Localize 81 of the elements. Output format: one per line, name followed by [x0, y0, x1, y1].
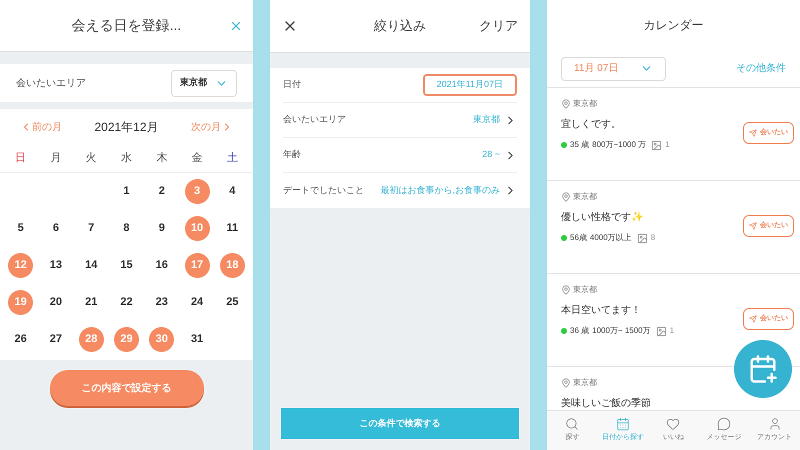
calendar-icon [616, 417, 630, 432]
calendar-day[interactable]: 25 [220, 290, 245, 315]
filter-value: 東京都 [473, 113, 500, 126]
location-text: 東京都 [573, 377, 597, 389]
calendar-day[interactable]: 16 [149, 253, 174, 278]
calendar-day[interactable]: 20 [43, 290, 68, 315]
calendar-day[interactable]: 2 [149, 179, 174, 204]
location-text: 東京都 [573, 191, 597, 203]
calendar-day[interactable]: 7 [78, 216, 104, 241]
location-text: 東京都 [573, 284, 597, 296]
calendar-day[interactable]: 26 [8, 327, 34, 352]
calendar-plus-icon [748, 354, 778, 384]
age-text: 35 歳 [570, 139, 590, 151]
photo-count: 8 [650, 232, 656, 244]
photo-count: 1 [665, 139, 670, 151]
location-text: 東京都 [573, 98, 597, 110]
calendar-day[interactable]: 1 [114, 179, 139, 204]
calendar-day[interactable]: 31 [184, 327, 210, 352]
income-text: 4000万以上 [590, 232, 632, 244]
weekday-label: 日 [14, 151, 28, 166]
filter-row[interactable]: デートでしたいこと 最初はお食事から,お食事のみ [283, 173, 517, 208]
calendar-day[interactable]: 27 [43, 327, 68, 352]
weekday-label: 火 [84, 151, 98, 166]
calendar-day[interactable]: 9 [149, 216, 174, 241]
calendar-day[interactable]: 22 [114, 290, 139, 315]
photo-count-icon [656, 326, 667, 336]
calendar-day[interactable]: 4 [220, 179, 245, 204]
filter-row[interactable]: 年齢 28 ~ [283, 138, 517, 173]
filter-label: 年齢 [283, 148, 301, 162]
weekday-label: 木 [155, 151, 168, 166]
filter-row[interactable]: 会いたいエリア 東京都 [283, 103, 517, 138]
panel-title: カレンダー [644, 17, 704, 34]
calendar-day[interactable]: 5 [8, 216, 34, 241]
weekday-label: 金 [190, 151, 204, 166]
calendar-day[interactable]: 8 [114, 216, 139, 241]
calendar-day[interactable]: 6 [43, 216, 68, 241]
month-title: 2021年12月 [94, 119, 159, 136]
panel-title: 絞り込み [374, 17, 426, 36]
send-icon [749, 129, 757, 137]
location-pin-icon [561, 192, 571, 202]
filter-label: 日付 [283, 78, 301, 92]
weekday-label: 月 [49, 151, 62, 166]
filter-value: 28 ~ [482, 148, 500, 162]
search-icon [565, 417, 580, 432]
income-text: 800万~1000 万 [592, 139, 646, 151]
send-icon [749, 315, 757, 323]
calendar-day[interactable]: 11 [220, 216, 245, 241]
profile-message: 美味しいご飯の季節 [561, 396, 652, 410]
calendar-day[interactable]: 13 [43, 253, 68, 278]
profile-message: 本日空いてます！ [561, 304, 642, 318]
location-pin-icon [561, 99, 571, 109]
calendar-day[interactable]: 21 [78, 290, 104, 315]
photo-count: 1 [670, 325, 674, 337]
age-text: 36 歳 [570, 325, 590, 337]
calendar-day[interactable]: 15 [114, 253, 139, 278]
filter-value: 最初はお食事から,お食事のみ [380, 184, 500, 197]
area-label: 会いたいエリア [16, 76, 86, 90]
message-icon [717, 417, 732, 432]
filter-label: デートでしたいこと [283, 184, 364, 197]
filter-row[interactable]: 日付 2021年11月07日 [283, 68, 517, 103]
send-icon [749, 222, 757, 230]
filter-label: 会いたいエリア [283, 113, 346, 126]
calendar-day[interactable]: 24 [184, 290, 210, 315]
location-pin-icon [561, 285, 571, 295]
area-dropdown[interactable]: 東京都 [171, 70, 237, 96]
location-pin-icon [561, 378, 571, 388]
photo-count-icon [651, 140, 662, 150]
panel-title: 会える日を登録... [72, 16, 182, 35]
heart-icon [666, 417, 680, 432]
photo-count-icon [636, 232, 648, 244]
income-text: 1000万~ 1500万 [592, 325, 651, 337]
weekday-label: 水 [120, 151, 133, 166]
calendar-day[interactable]: 14 [78, 253, 104, 278]
age-text: 56歳 [570, 232, 587, 244]
profile-message: 優しい性格です✨ [561, 210, 644, 225]
filter-value: 2021年11月07日 [422, 74, 517, 96]
clear-button[interactable]: クリア [479, 16, 518, 36]
profile-message: 宜しくです。 [561, 118, 622, 132]
weekday-label: 土 [226, 151, 239, 166]
user-icon [768, 417, 782, 432]
calendar-day[interactable]: 23 [149, 290, 174, 315]
